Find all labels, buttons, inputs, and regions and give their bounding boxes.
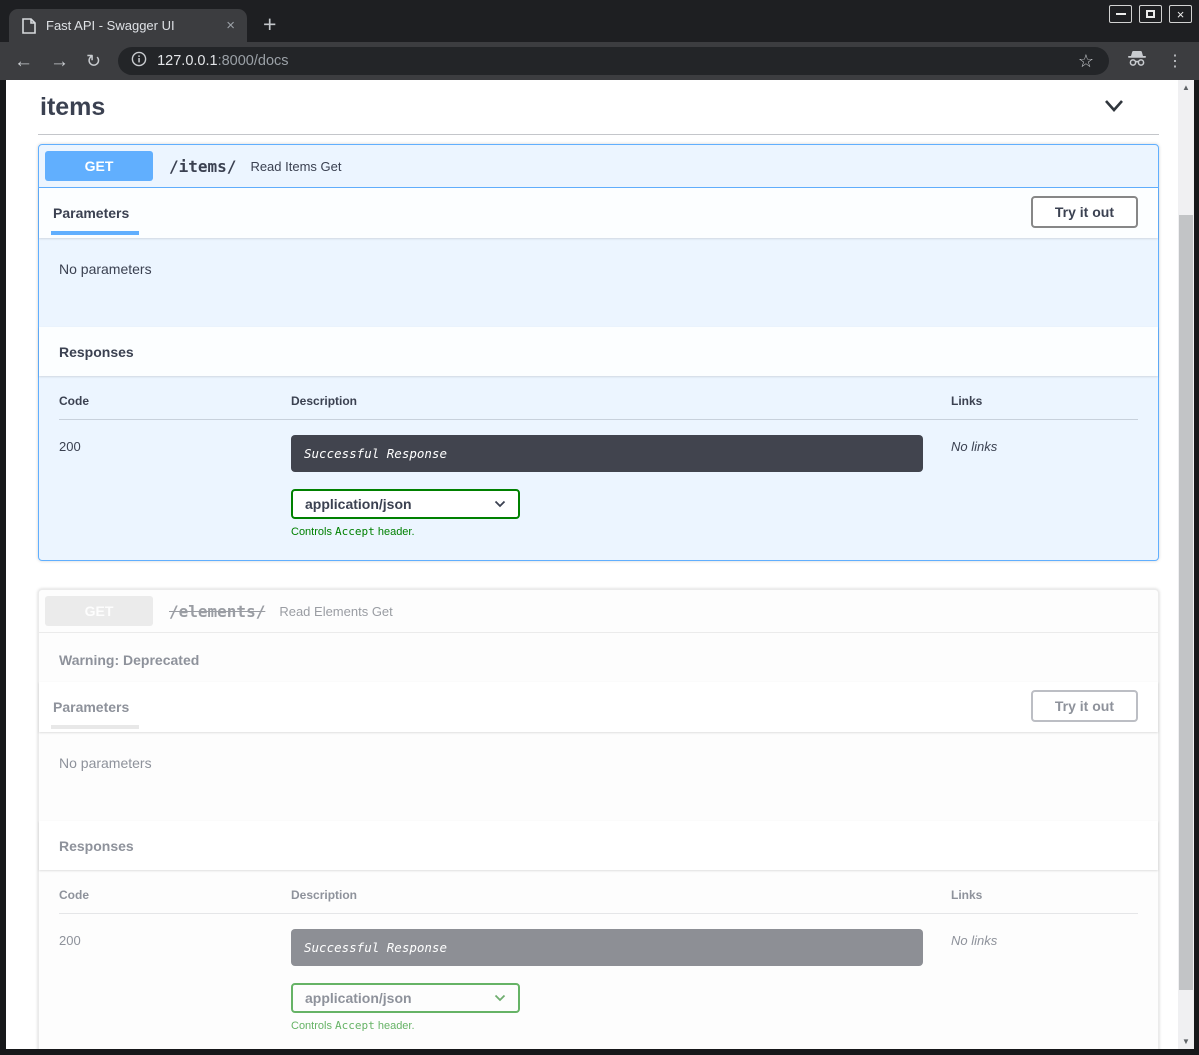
endpoint-summary: Read Elements Get bbox=[279, 604, 392, 619]
response-row-200: 200 Successful Response application/json… bbox=[59, 914, 1138, 1032]
response-code: 200 bbox=[59, 929, 291, 1032]
tag-title: items bbox=[40, 93, 105, 122]
parameters-tab[interactable]: Parameters bbox=[51, 693, 139, 729]
scrollbar-thumb[interactable] bbox=[1179, 215, 1193, 990]
links-column-header: Links bbox=[951, 394, 1138, 408]
browser-menu-icon[interactable]: ⋮ bbox=[1165, 51, 1185, 71]
accept-code: Accept bbox=[335, 1019, 375, 1032]
select-chevron-icon bbox=[494, 500, 506, 508]
minimize-icon bbox=[1116, 13, 1126, 15]
reload-icon[interactable]: ↻ bbox=[86, 52, 101, 70]
response-description: Successful Response bbox=[291, 435, 923, 472]
deprecated-warning: Warning: Deprecated bbox=[39, 633, 1158, 682]
links-column-header: Links bbox=[951, 888, 1138, 902]
no-parameters-message: No parameters bbox=[39, 732, 1158, 821]
tag-section-header[interactable]: items bbox=[32, 93, 1159, 122]
page-favicon-icon bbox=[22, 18, 36, 34]
swagger-page: items GET /items/ Read Items Get Paramet… bbox=[6, 80, 1178, 1049]
response-description: Successful Response bbox=[291, 929, 923, 966]
tab-title: Fast API - Swagger UI bbox=[46, 18, 210, 33]
media-type-select[interactable]: application/json bbox=[291, 489, 520, 519]
parameters-tab[interactable]: Parameters bbox=[51, 199, 139, 235]
code-column-header: Code bbox=[59, 888, 291, 902]
bookmark-star-icon[interactable]: ☆ bbox=[1070, 51, 1102, 72]
opblock-summary[interactable]: GET /elements/ Read Elements Get bbox=[39, 590, 1158, 633]
address-bar[interactable]: 127.0.0.1:8000/docs ☆ bbox=[118, 47, 1109, 75]
responses-table-header: Code Description Links bbox=[59, 394, 1138, 420]
collapse-section-button[interactable] bbox=[1099, 95, 1129, 120]
forward-icon[interactable]: → bbox=[50, 52, 69, 71]
endpoint-summary: Read Items Get bbox=[250, 159, 341, 174]
responses-label: Responses bbox=[59, 838, 134, 854]
responses-header: Responses bbox=[39, 327, 1158, 376]
accept-header-note: Controls Accept header. bbox=[291, 1019, 951, 1032]
try-it-out-button[interactable]: Try it out bbox=[1031, 690, 1138, 722]
url-text[interactable]: 127.0.0.1:8000/docs bbox=[157, 53, 1060, 69]
response-code: 200 bbox=[59, 435, 291, 538]
response-links: No links bbox=[951, 929, 1138, 1032]
opblock-get-elements-deprecated: GET /elements/ Read Elements Get Warning… bbox=[38, 589, 1159, 1049]
close-button[interactable]: × bbox=[1169, 5, 1192, 23]
scroll-down-icon[interactable]: ▼ bbox=[1178, 1034, 1194, 1049]
no-parameters-message: No parameters bbox=[39, 238, 1158, 327]
response-description-cell: Successful Response application/json Con… bbox=[291, 929, 951, 1032]
page-scrollbar[interactable]: ▲ ▼ bbox=[1178, 80, 1194, 1049]
browser-titlebar: Fast API - Swagger UI × + × bbox=[0, 0, 1199, 42]
chevron-down-icon bbox=[1103, 99, 1125, 113]
new-tab-button[interactable]: + bbox=[263, 13, 276, 36]
opblock-get-items: GET /items/ Read Items Get Parameters Tr… bbox=[38, 144, 1159, 561]
opblock-summary[interactable]: GET /items/ Read Items Get bbox=[39, 145, 1158, 188]
incognito-icon bbox=[1126, 50, 1148, 73]
maximize-button[interactable] bbox=[1139, 5, 1162, 23]
url-path: :8000/docs bbox=[218, 53, 289, 69]
description-column-header: Description bbox=[291, 394, 951, 408]
media-type-value: application/json bbox=[305, 990, 412, 1006]
browser-tab[interactable]: Fast API - Swagger UI × bbox=[9, 9, 247, 42]
section-divider bbox=[38, 134, 1159, 135]
window-controls: × bbox=[1109, 5, 1192, 23]
media-type-select[interactable]: application/json bbox=[291, 983, 520, 1013]
responses-table: Code Description Links 200 Successful Re… bbox=[39, 376, 1158, 560]
responses-header: Responses bbox=[39, 821, 1158, 870]
browser-toolbar: ← → ↻ 127.0.0.1:8000/docs ☆ ⋮ bbox=[0, 42, 1199, 80]
opblock-spacer bbox=[32, 561, 1159, 580]
response-links: No links bbox=[951, 435, 1138, 538]
minimize-button[interactable] bbox=[1109, 5, 1132, 23]
code-column-header: Code bbox=[59, 394, 291, 408]
http-method-badge: GET bbox=[45, 596, 153, 626]
parameters-header: Parameters Try it out bbox=[39, 188, 1158, 238]
response-row-200: 200 Successful Response application/json… bbox=[59, 420, 1138, 538]
media-type-value: application/json bbox=[305, 496, 412, 512]
accept-code: Accept bbox=[335, 525, 375, 538]
responses-table: Code Description Links 200 Successful Re… bbox=[39, 870, 1158, 1049]
description-column-header: Description bbox=[291, 888, 951, 902]
back-icon[interactable]: ← bbox=[14, 52, 33, 71]
scroll-up-icon[interactable]: ▲ bbox=[1178, 80, 1194, 95]
site-info-icon[interactable] bbox=[131, 51, 147, 72]
parameters-header: Parameters Try it out bbox=[39, 682, 1158, 732]
endpoint-path: /elements/ bbox=[169, 602, 265, 621]
accept-header-note: Controls Accept header. bbox=[291, 525, 951, 538]
try-it-out-button[interactable]: Try it out bbox=[1031, 196, 1138, 228]
response-description-cell: Successful Response application/json Con… bbox=[291, 435, 951, 538]
http-method-badge: GET bbox=[45, 151, 153, 181]
maximize-icon bbox=[1146, 10, 1155, 18]
responses-table-header: Code Description Links bbox=[59, 888, 1138, 914]
endpoint-path: /items/ bbox=[169, 157, 236, 176]
url-host: 127.0.0.1 bbox=[157, 53, 217, 69]
select-chevron-icon bbox=[494, 994, 506, 1002]
tab-close-icon[interactable]: × bbox=[220, 18, 241, 33]
responses-label: Responses bbox=[59, 344, 134, 360]
